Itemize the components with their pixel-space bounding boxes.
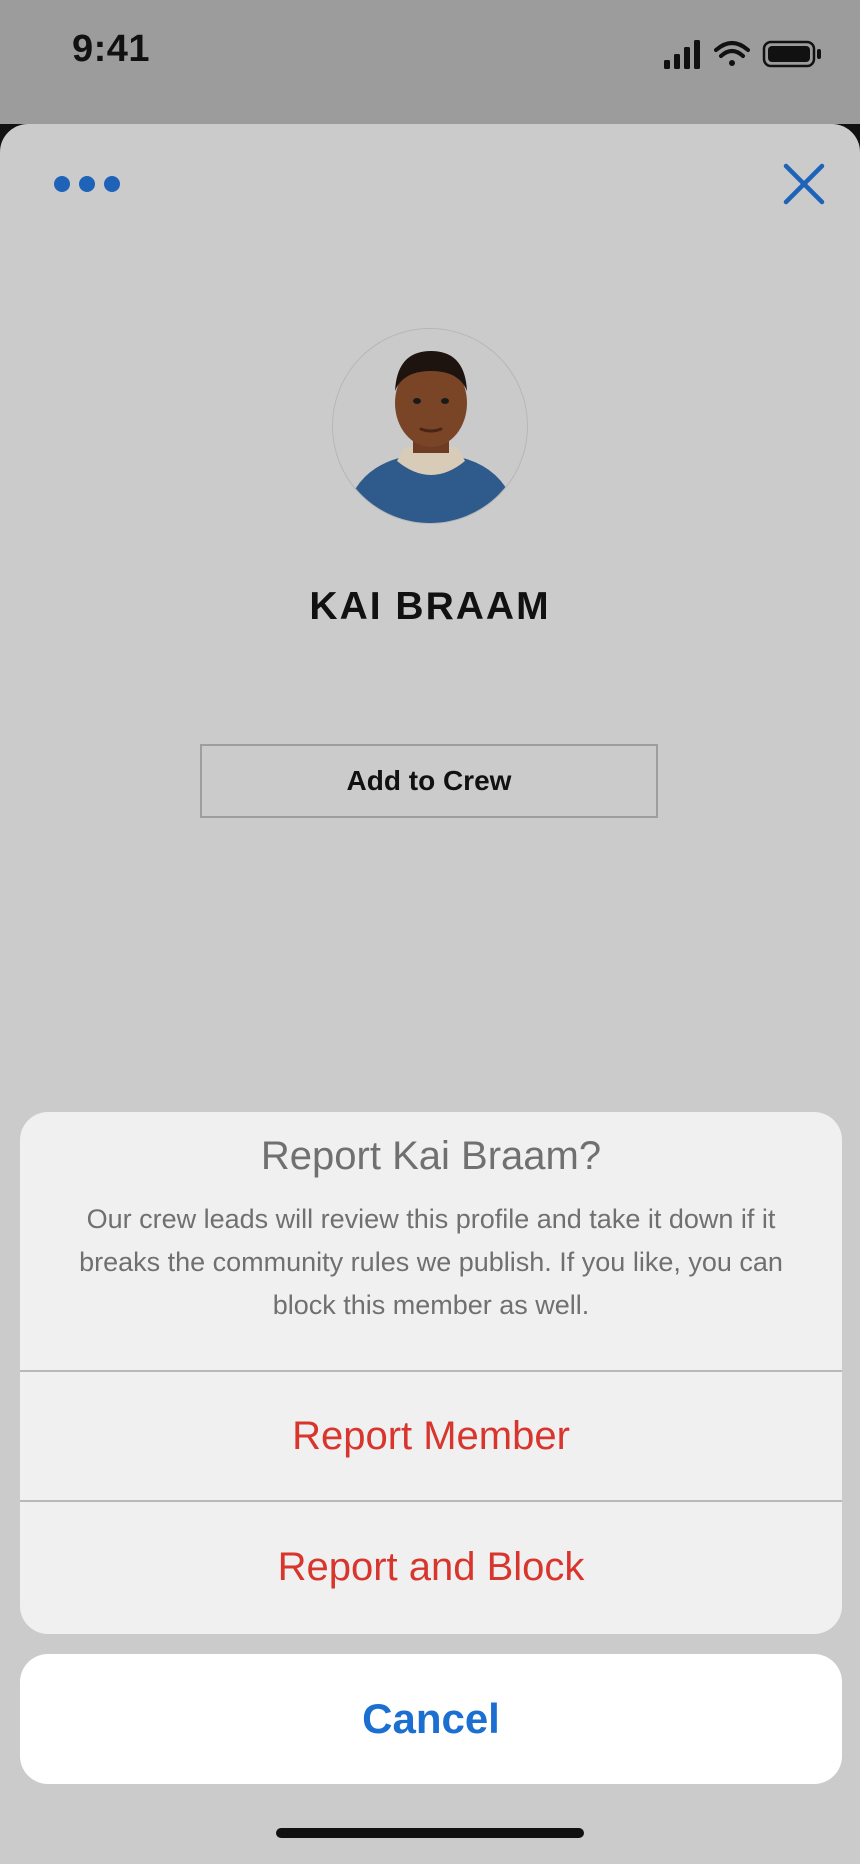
status-icons [664,40,821,69]
action-sheet-header: Report Kai Braam? Our crew leads will re… [20,1112,842,1372]
signal-icon [664,40,700,69]
cancel-button[interactable]: Cancel [20,1654,842,1784]
add-to-crew-button[interactable]: Add to Crew [200,744,658,818]
more-horizontal-icon [54,176,70,192]
avatar [332,328,528,524]
action-sheet-title: Report Kai Braam? [260,1134,602,1178]
close-icon[interactable] [780,160,828,208]
more-options-button[interactable] [54,164,120,204]
battery-icon [762,40,821,68]
status-bar: 9:41 [0,0,860,124]
report-and-block-button[interactable]: Report and Block [20,1502,842,1632]
report-member-button[interactable]: Report Member [20,1372,842,1502]
wifi-icon [714,41,750,66]
profile-name: KAI BRAAM [309,585,551,628]
home-indicator[interactable] [276,1828,584,1838]
avatar-photo [333,329,527,523]
status-time: 9:41 [72,28,151,70]
action-sheet-message: Our crew leads will review this profile … [79,1204,783,1320]
report-action-sheet: Report Kai Braam? Our crew leads will re… [20,1112,842,1634]
